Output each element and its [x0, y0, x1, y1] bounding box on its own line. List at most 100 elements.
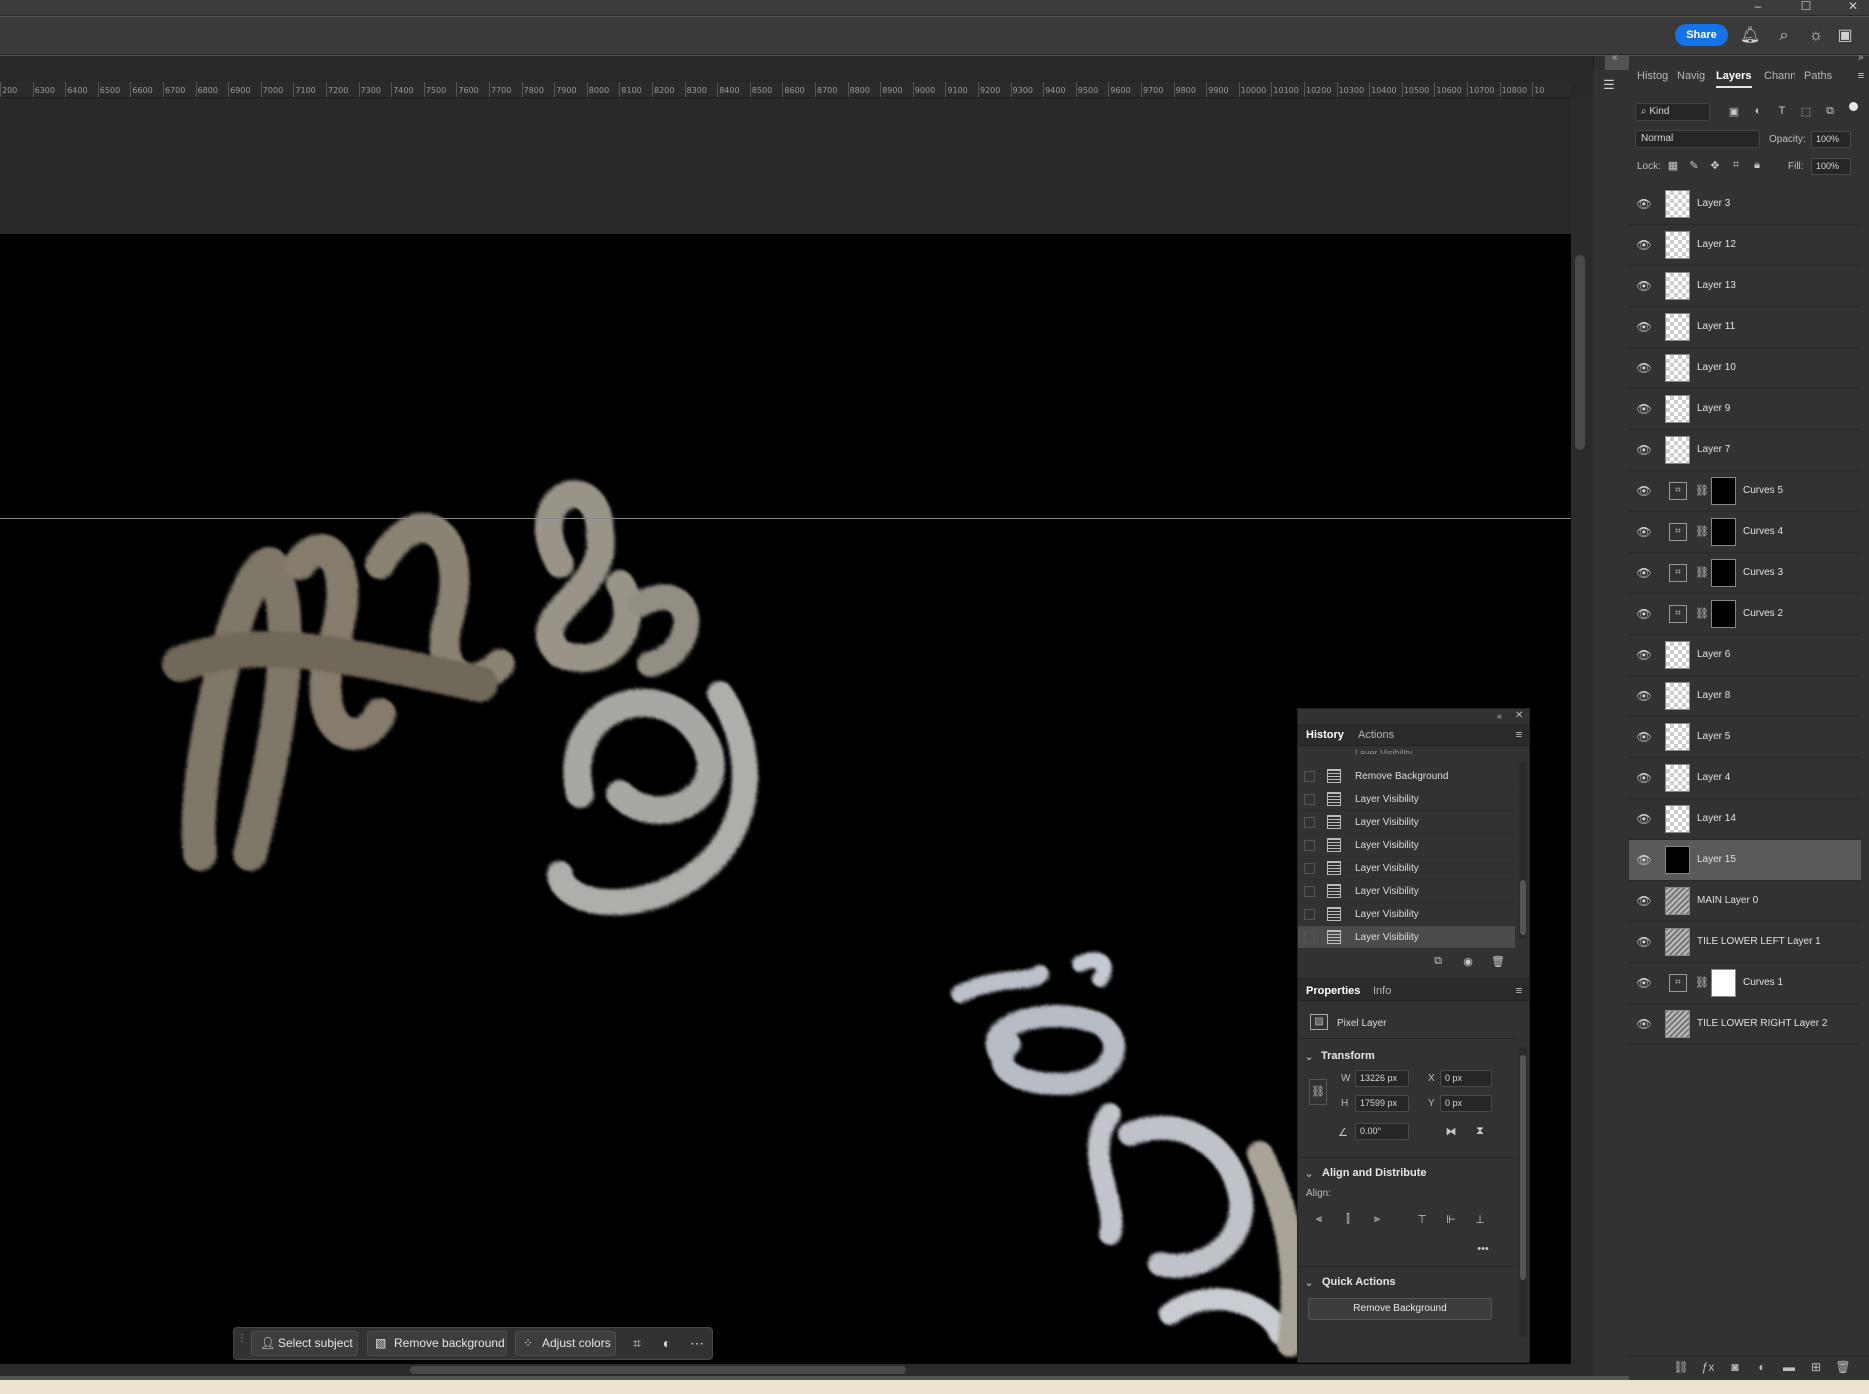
collapse-left-icon[interactable]: « [1612, 52, 1624, 64]
layer-thumbnail[interactable] [1665, 682, 1690, 710]
tab-info[interactable]: Info [1373, 985, 1391, 997]
visibility-eye-icon[interactable]: 👁︎ [1636, 484, 1652, 500]
tab-navigator[interactable]: Navig [1677, 70, 1707, 86]
layer-row[interactable] [1629, 225, 1861, 266]
layer-thumbnail[interactable] [1665, 723, 1690, 751]
properties-scrollbar-thumb[interactable] [1520, 1055, 1526, 1280]
tab-channels[interactable]: Chann [1764, 70, 1795, 86]
visibility-eye-icon[interactable]: 👁︎ [1636, 812, 1652, 828]
align-top-icon[interactable]: ⊤ [1415, 1213, 1429, 1226]
layer-thumbnail[interactable] [1665, 641, 1690, 669]
quick-action-remove-background-button[interactable]: Remove Background [1308, 1298, 1492, 1320]
share-button[interactable]: Share [1675, 24, 1728, 46]
visibility-eye-icon[interactable]: 👁︎ [1636, 402, 1652, 418]
history-scrollbar-thumb[interactable] [1520, 880, 1526, 935]
lock-transparent-icon[interactable]: ▦ [1667, 159, 1679, 172]
history-brush-source-checkbox[interactable] [1304, 886, 1315, 897]
adjustment-circle-icon[interactable]: ◐ [657, 1333, 677, 1353]
chevron-down-icon[interactable]: ⌄ [1304, 1050, 1314, 1063]
lightbulb-icon[interactable]: ☼ [1805, 25, 1827, 47]
history-menu-icon[interactable]: ≡ [1513, 729, 1525, 741]
workspace-icon[interactable]: ▣ [1834, 25, 1856, 47]
tab-layers[interactable]: Layers [1716, 70, 1752, 86]
tab-paths[interactable]: Paths [1804, 70, 1832, 86]
layer-mask-thumbnail[interactable] [1711, 600, 1736, 628]
align-distribute-title[interactable]: Align and Distribute [1322, 1167, 1427, 1179]
y-input[interactable]: 0 px [1440, 1095, 1492, 1112]
flip-horizontal-icon[interactable]: ⧓ [1444, 1125, 1458, 1138]
mask-link-icon[interactable]: ⛓ [1695, 484, 1709, 497]
visibility-eye-icon[interactable]: 👁︎ [1636, 566, 1652, 582]
minimize-icon[interactable]: – [1745, 0, 1771, 16]
fill-input[interactable]: 100% [1811, 158, 1851, 175]
width-input[interactable]: 13226 px [1355, 1070, 1409, 1087]
angle-input[interactable]: 0.00° [1355, 1123, 1409, 1140]
flip-vertical-icon[interactable]: ⧗ [1473, 1125, 1487, 1138]
mask-link-icon[interactable]: ⛓ [1695, 976, 1709, 989]
layer-row[interactable] [1629, 266, 1861, 307]
history-brush-source-checkbox[interactable] [1304, 794, 1315, 805]
tab-properties[interactable]: Properties [1306, 985, 1360, 997]
layer-mask-thumbnail[interactable] [1711, 969, 1736, 997]
align-vertical-center-icon[interactable]: ⊩ [1444, 1213, 1458, 1226]
filter-smart-object-icon[interactable]: ⧉ [1823, 105, 1837, 118]
layer-thumbnail[interactable] [1665, 354, 1690, 382]
horizontal-ruler[interactable]: 200 6300 6400 6500 6600 6700 6800 6900 7000 7100 7… [0, 82, 1571, 98]
lock-position-icon[interactable]: ✥ [1709, 159, 1721, 172]
visibility-eye-icon[interactable]: 👁︎ [1636, 443, 1652, 459]
adjust-colors-button[interactable]: ⁘ Adjust colors [515, 1331, 616, 1356]
layer-row[interactable] [1629, 348, 1861, 389]
blend-mode-select[interactable]: Normal [1635, 130, 1760, 148]
layer-row[interactable] [1629, 676, 1861, 717]
filter-shape-icon[interactable]: ⬚ [1799, 105, 1813, 118]
history-brush-source-checkbox[interactable] [1304, 840, 1315, 851]
filter-type-icon[interactable]: T [1775, 105, 1789, 117]
x-input[interactable]: 0 px [1440, 1070, 1492, 1087]
link-layers-icon[interactable]: ⛓ [1672, 1360, 1690, 1376]
new-group-icon[interactable]: ▬ [1780, 1360, 1798, 1376]
layer-thumbnail[interactable] [1665, 887, 1690, 915]
layer-row[interactable] [1629, 840, 1861, 881]
visibility-eye-icon[interactable]: 👁︎ [1636, 976, 1652, 992]
mask-link-icon[interactable]: ⛓ [1695, 525, 1709, 538]
layer-row[interactable] [1629, 758, 1861, 799]
history-close-icon[interactable]: ✕ [1515, 710, 1527, 721]
visibility-eye-icon[interactable]: 👁︎ [1636, 730, 1652, 746]
history-brush-source-checkbox[interactable] [1304, 932, 1315, 943]
layer-style-fx-icon[interactable]: ƒx [1699, 1360, 1717, 1376]
panel-menu-icon[interactable]: ≡ [1855, 70, 1867, 82]
height-input[interactable]: 17599 px [1355, 1095, 1409, 1112]
layer-filter-kind-select[interactable]: ⌕ Kind [1635, 103, 1710, 121]
align-horizontal-center-icon[interactable]: ⫿ [1341, 1213, 1355, 1226]
layer-row[interactable] [1629, 430, 1861, 471]
collapse-right-icon[interactable]: » [1858, 52, 1869, 64]
vertical-scrollbar-thumb[interactable] [1575, 255, 1585, 450]
remove-background-button[interactable]: ▧ Remove background [367, 1331, 507, 1356]
visibility-eye-icon[interactable]: 👁︎ [1636, 361, 1652, 377]
filter-pixel-icon[interactable]: ▣ [1727, 105, 1741, 118]
visibility-eye-icon[interactable]: 👁︎ [1636, 689, 1652, 705]
history-collapse-icon[interactable]: « [1497, 711, 1509, 721]
visibility-eye-icon[interactable]: 👁︎ [1636, 771, 1652, 787]
tab-actions[interactable]: Actions [1358, 729, 1394, 741]
visibility-eye-icon[interactable]: 👁︎ [1636, 1017, 1652, 1033]
layer-thumbnail[interactable] [1665, 395, 1690, 423]
layer-mask-thumbnail[interactable] [1711, 559, 1736, 587]
layer-thumbnail[interactable] [1665, 764, 1690, 792]
layer-mask-thumbnail[interactable] [1711, 518, 1736, 546]
layer-thumbnail[interactable] [1665, 1010, 1690, 1038]
layer-thumbnail[interactable] [1665, 436, 1690, 464]
layer-row[interactable] [1629, 635, 1861, 676]
more-options-icon[interactable]: ⋯ [687, 1333, 707, 1353]
layer-row[interactable] [1629, 799, 1861, 840]
layer-row[interactable] [1629, 389, 1861, 430]
lock-artboard-icon[interactable]: ⌗ [1730, 159, 1742, 172]
link-dimensions-icon[interactable]: ⛓ [1309, 1079, 1327, 1105]
new-layer-icon[interactable]: ⊞ [1807, 1360, 1825, 1376]
filter-toggle-icon[interactable] [1849, 102, 1858, 111]
layer-thumbnail[interactable] [1665, 313, 1690, 341]
opacity-input[interactable]: 100% [1811, 131, 1851, 148]
visibility-eye-icon[interactable]: 👁︎ [1636, 320, 1652, 336]
history-brush-source-checkbox[interactable] [1304, 771, 1315, 782]
chevron-down-icon[interactable]: ⌄ [1304, 1276, 1314, 1289]
